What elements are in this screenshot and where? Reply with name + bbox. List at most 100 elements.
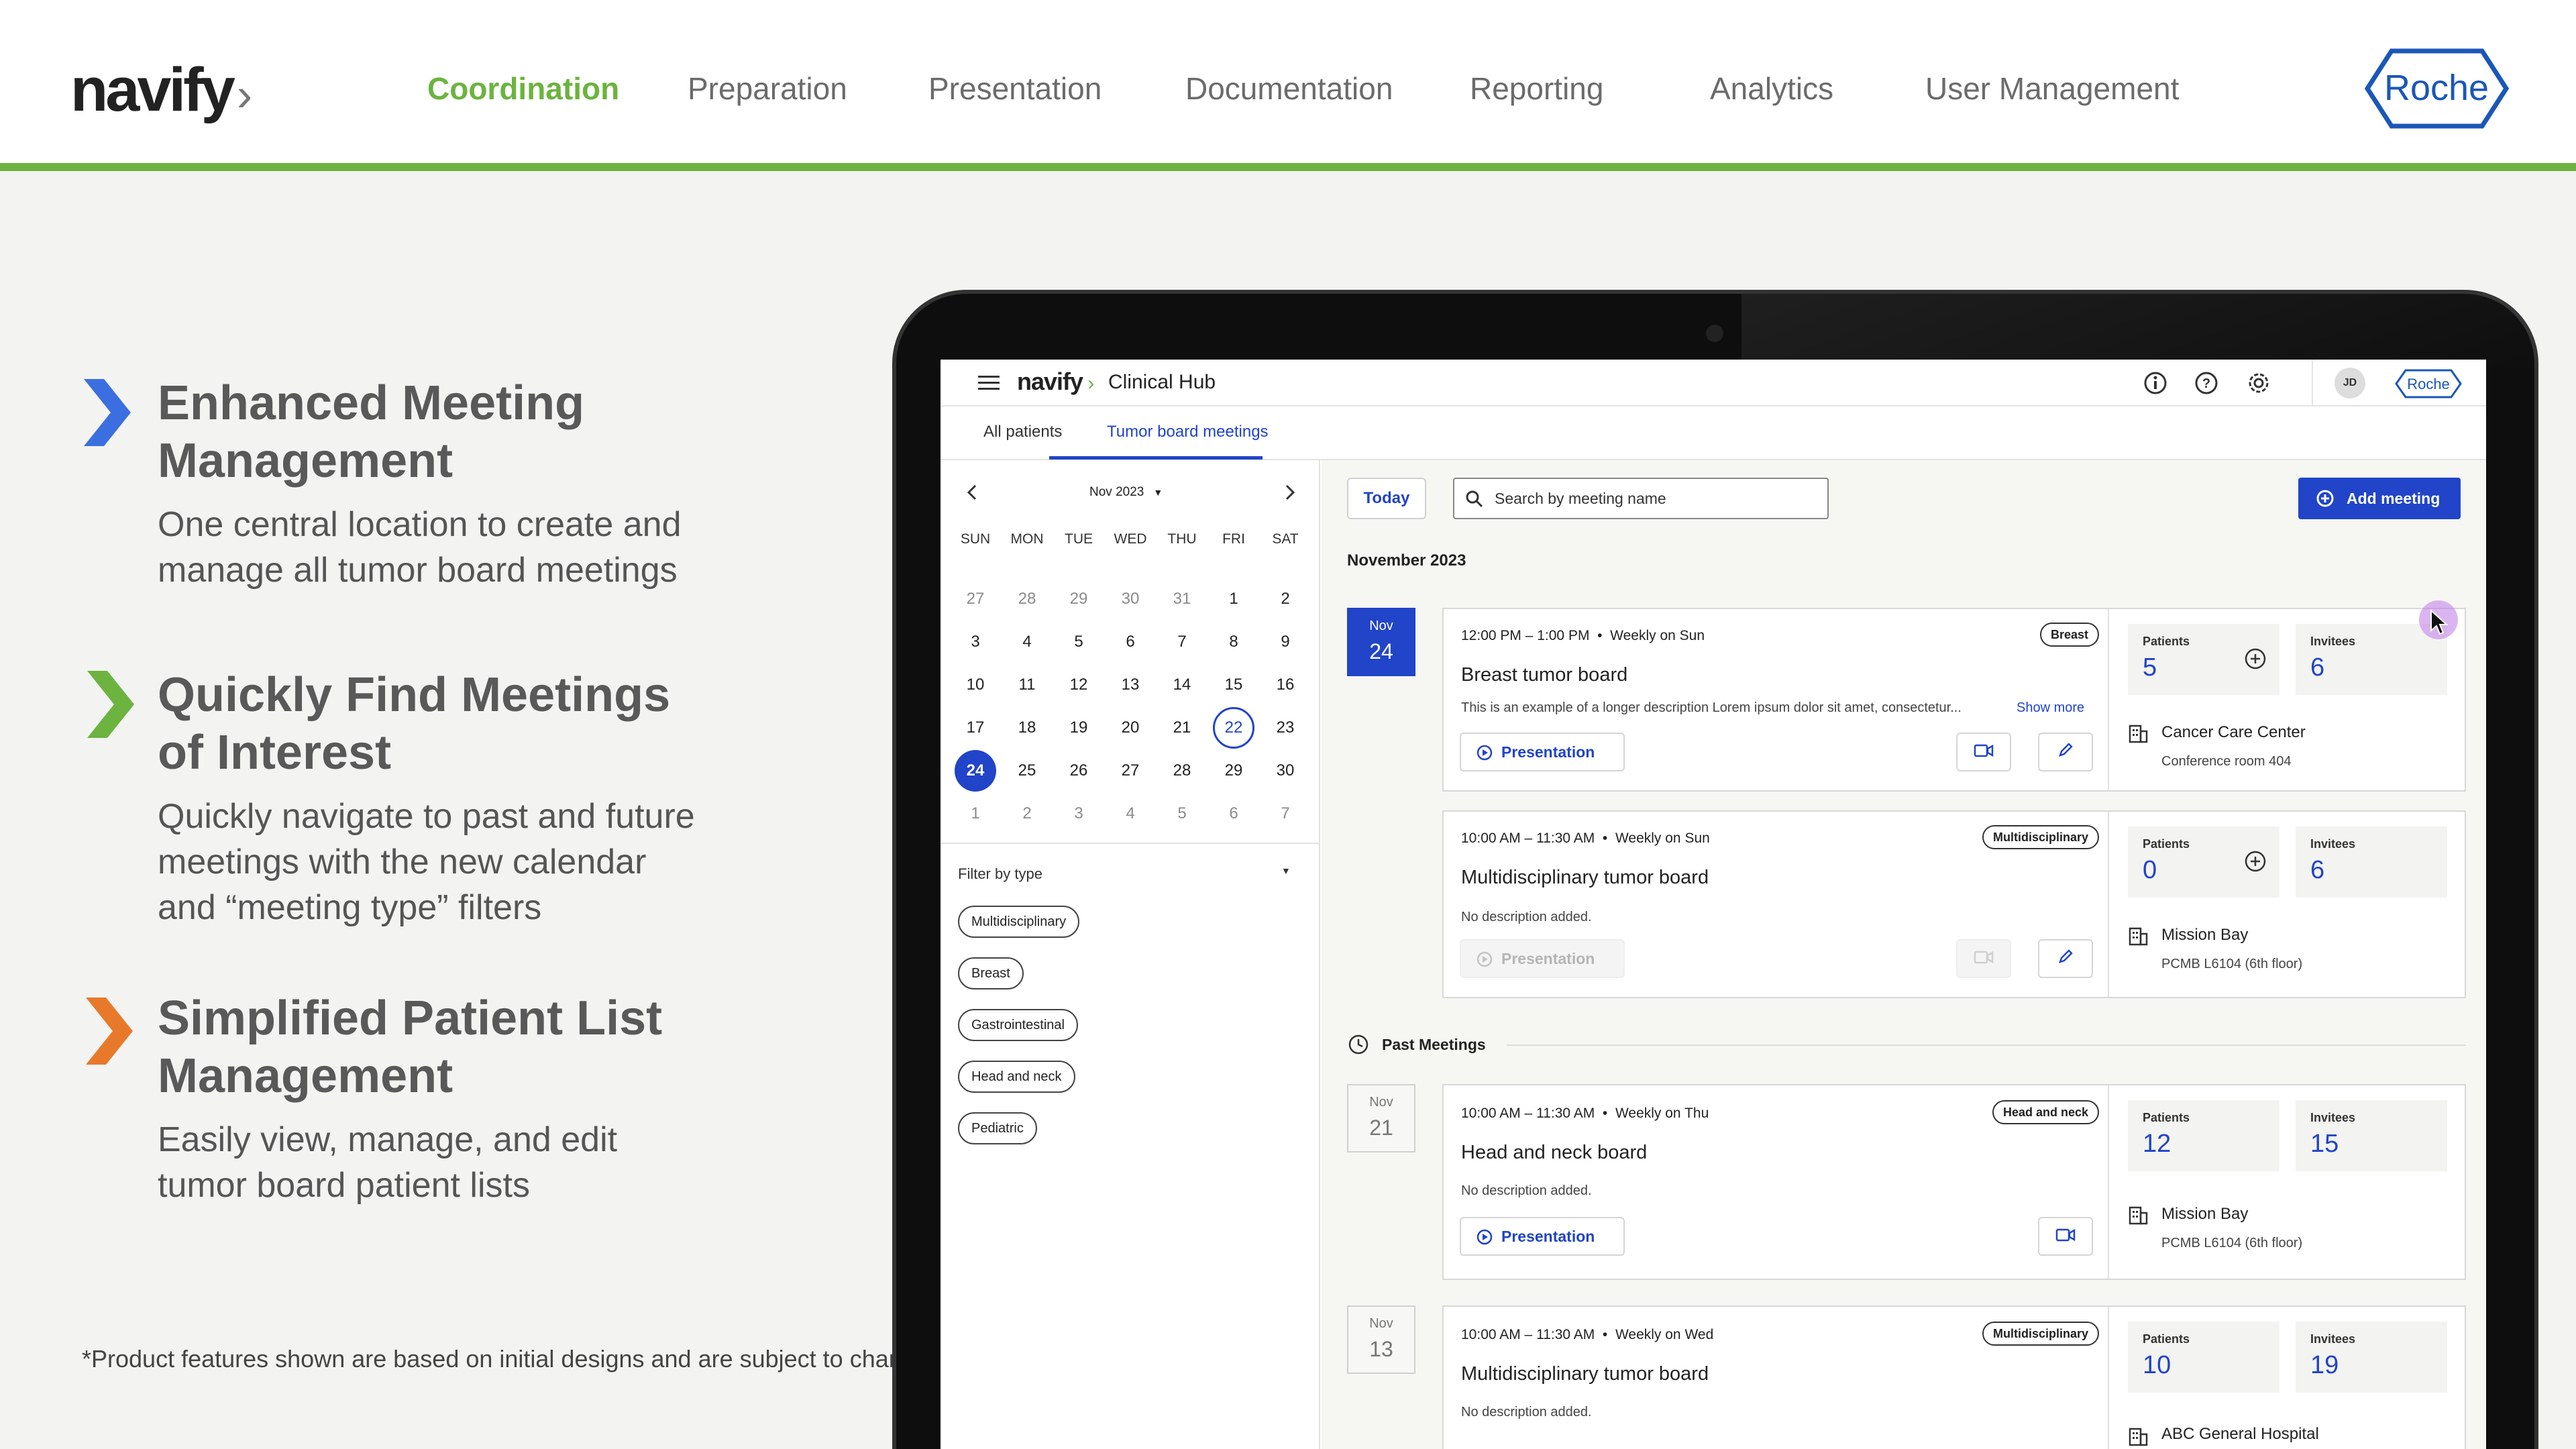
- calendar-day[interactable]: 10: [955, 664, 996, 706]
- calendar-day[interactable]: 6: [1213, 793, 1254, 835]
- calendar-day[interactable]: 2: [1006, 793, 1048, 835]
- edit-meeting-button[interactable]: [2038, 939, 2093, 978]
- calendar-day[interactable]: 29: [1213, 750, 1254, 792]
- video-call-button[interactable]: [1956, 733, 2011, 771]
- nav-presentation[interactable]: Presentation: [928, 70, 1102, 107]
- add-patient-icon[interactable]: [2243, 849, 2267, 873]
- calendar-day[interactable]: 5: [1161, 793, 1203, 835]
- calendar-day[interactable]: 3: [1058, 793, 1099, 835]
- calendar-day[interactable]: 4: [1110, 793, 1151, 835]
- calendar-day[interactable]: 30: [1110, 578, 1151, 620]
- calendar-day[interactable]: 16: [1265, 664, 1306, 706]
- meeting-card-breast[interactable]: 12:00 PM – 1:00 PM • Weekly on Sun Breas…: [1442, 608, 2466, 792]
- calendar-day[interactable]: 1: [1213, 578, 1254, 620]
- next-month-chevron-icon[interactable]: [1283, 483, 1297, 502]
- nav-coordination[interactable]: Coordination: [427, 70, 619, 107]
- patients-stat[interactable]: Patients 10: [2128, 1322, 2279, 1393]
- calendar-day[interactable]: 4: [1006, 621, 1048, 663]
- meeting-description: No description added.: [1461, 1405, 1592, 1419]
- calendar-day[interactable]: 17: [955, 707, 996, 749]
- meeting-title[interactable]: Multidisciplinary tumor board: [1461, 867, 1709, 889]
- user-avatar[interactable]: JD: [2334, 368, 2365, 398]
- invitees-stat[interactable]: Invitees 6: [2296, 826, 2447, 898]
- month-selector[interactable]: Nov 2023 ▼: [1089, 485, 1163, 500]
- tab-tumor-board-meetings[interactable]: Tumor board meetings: [1107, 423, 1269, 441]
- calendar-day[interactable]: 21: [1161, 707, 1203, 749]
- calendar-day[interactable]: 23: [1265, 707, 1306, 749]
- calendar-day[interactable]: 9: [1265, 621, 1306, 663]
- calendar-day[interactable]: 6: [1110, 621, 1151, 663]
- calendar-day[interactable]: 2: [1265, 578, 1306, 620]
- calendar-day[interactable]: 18: [1006, 707, 1048, 749]
- prev-month-chevron-icon[interactable]: [965, 483, 979, 502]
- nav-reporting[interactable]: Reporting: [1470, 70, 1603, 107]
- invitees-stat[interactable]: Invitees 19: [2296, 1322, 2447, 1393]
- meeting-card-multidisciplinary-past[interactable]: 10:00 AM – 11:30 AM • Weekly on Wed Mult…: [1442, 1305, 2466, 1449]
- meeting-card-head-and-neck[interactable]: 10:00 AM – 11:30 AM • Weekly on Thu Head…: [1442, 1084, 2466, 1280]
- calendar-day[interactable]: 28: [1161, 750, 1203, 792]
- navify-logo[interactable]: navify›: [70, 55, 252, 125]
- calendar-day[interactable]: 8: [1213, 621, 1254, 663]
- meeting-title[interactable]: Breast tumor board: [1461, 664, 1627, 686]
- calendar-day[interactable]: 27: [1110, 750, 1151, 792]
- invitees-stat[interactable]: Invitees 6: [2296, 624, 2447, 695]
- filter-chip-multidisciplinary[interactable]: Multidisciplinary: [958, 906, 1080, 938]
- calendar-day[interactable]: 12: [1058, 664, 1099, 706]
- tab-all-patients[interactable]: All patients: [983, 423, 1062, 441]
- nav-preparation[interactable]: Preparation: [688, 70, 847, 107]
- calendar-day[interactable]: 11: [1006, 664, 1048, 706]
- building-icon: [2129, 1206, 2148, 1225]
- edit-meeting-button[interactable]: [2038, 733, 2093, 771]
- search-meetings-input[interactable]: Search by meeting name: [1453, 478, 1829, 519]
- calendar-day[interactable]: 1: [955, 793, 996, 835]
- video-call-button[interactable]: [2038, 1217, 2093, 1256]
- meeting-title[interactable]: Head and neck board: [1461, 1142, 1647, 1164]
- today-button[interactable]: Today: [1347, 478, 1426, 519]
- settings-gear-icon[interactable]: [2245, 369, 2273, 397]
- calendar-day[interactable]: 24: [955, 750, 996, 792]
- calendar-day[interactable]: 28: [1006, 578, 1048, 620]
- show-more-link[interactable]: Show more: [2017, 700, 2084, 716]
- presentation-button[interactable]: Presentation: [1460, 733, 1625, 771]
- calendar-day[interactable]: 26: [1058, 750, 1099, 792]
- filter-expand-chevron-icon[interactable]: ▼: [1281, 865, 1291, 876]
- calendar-day[interactable]: 7: [1161, 621, 1203, 663]
- patients-stat[interactable]: Patients 5: [2128, 624, 2279, 695]
- calendar-day[interactable]: 19: [1058, 707, 1099, 749]
- calendar-day[interactable]: 5: [1058, 621, 1099, 663]
- calendar-day[interactable]: 15: [1213, 664, 1254, 706]
- calendar-day[interactable]: 31: [1161, 578, 1203, 620]
- presentation-button[interactable]: Presentation: [1460, 1217, 1625, 1256]
- calendar-day[interactable]: 14: [1161, 664, 1203, 706]
- filter-chip-pediatric[interactable]: Pediatric: [958, 1112, 1037, 1144]
- meeting-card-multidisciplinary[interactable]: 10:00 AM – 11:30 AM • Weekly on Sun Mult…: [1442, 810, 2466, 998]
- invitees-stat[interactable]: Invitees 15: [2296, 1100, 2447, 1171]
- calendar-day[interactable]: 25: [1006, 750, 1048, 792]
- calendar-day[interactable]: 29: [1058, 578, 1099, 620]
- calendar-day[interactable]: 20: [1110, 707, 1151, 749]
- info-icon[interactable]: [2143, 370, 2168, 396]
- meeting-title[interactable]: Multidisciplinary tumor board: [1461, 1363, 1709, 1385]
- filter-chip-head-and-neck[interactable]: Head and neck: [958, 1061, 1075, 1093]
- filter-chip-gastrointestinal[interactable]: Gastrointestinal: [958, 1009, 1078, 1041]
- filter-by-type-label[interactable]: Filter by type: [958, 865, 1042, 883]
- calendar-day[interactable]: 27: [955, 578, 996, 620]
- help-icon[interactable]: ?: [2194, 370, 2219, 396]
- patients-stat[interactable]: Patients 0: [2128, 826, 2279, 898]
- nav-documentation[interactable]: Documentation: [1185, 70, 1393, 107]
- past-meetings-divider: [1507, 1044, 2466, 1046]
- pencil-icon: [2059, 743, 2073, 757]
- patients-stat[interactable]: Patients 12: [2128, 1100, 2279, 1171]
- hamburger-menu-icon[interactable]: [978, 374, 1000, 392]
- nav-analytics[interactable]: Analytics: [1710, 70, 1833, 107]
- filter-chip-breast[interactable]: Breast: [958, 957, 1024, 989]
- calendar-day[interactable]: 3: [955, 621, 996, 663]
- roche-logo: Roche: [2365, 48, 2509, 129]
- add-meeting-button[interactable]: Add meeting: [2298, 478, 2461, 519]
- nav-user-management[interactable]: User Management: [1925, 70, 2179, 107]
- calendar-day[interactable]: 30: [1265, 750, 1306, 792]
- add-patient-icon[interactable]: [2243, 647, 2267, 671]
- calendar-day[interactable]: 13: [1110, 664, 1151, 706]
- calendar-day[interactable]: 7: [1265, 793, 1306, 835]
- calendar-day[interactable]: 22: [1213, 707, 1254, 749]
